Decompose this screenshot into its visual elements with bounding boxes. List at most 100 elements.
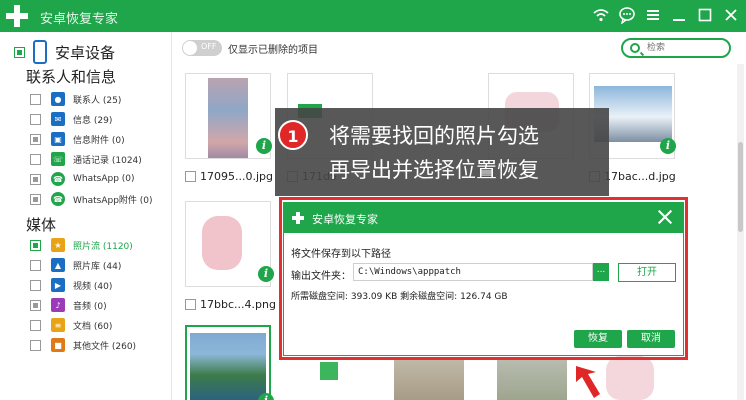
search-input[interactable] bbox=[647, 41, 727, 55]
dialog-prompt: 将文件保存到以下路径 bbox=[291, 249, 391, 260]
browse-button[interactable]: ... bbox=[593, 263, 609, 281]
toggle-label: 仅显示已删除的项目 bbox=[228, 45, 318, 56]
title-bar: 安卓恢复专家 bbox=[0, 0, 746, 32]
scrollbar-thumb[interactable] bbox=[738, 142, 743, 232]
photo-thumbnail bbox=[208, 78, 248, 158]
sidebar-item-label: 联系人 (25) bbox=[73, 95, 122, 106]
item-checkbox[interactable] bbox=[30, 153, 41, 165]
item-checkbox[interactable] bbox=[30, 339, 41, 351]
red-arrow-icon bbox=[576, 366, 600, 398]
sidebar-item-label: 通话记录 (1024) bbox=[73, 155, 142, 166]
sidebar-item-other-files[interactable]: ■ 其他文件 (260) bbox=[30, 335, 136, 355]
section-title-media: 媒体 bbox=[26, 216, 57, 234]
save-dialog: 安卓恢复专家 将文件保存到以下路径 输出文件夹： ... 打开 所需磁盘空间: … bbox=[283, 202, 684, 356]
info-icon[interactable]: i bbox=[256, 138, 272, 154]
item-checkbox[interactable] bbox=[30, 193, 41, 205]
sidebar-item-label: 照片流 (1120) bbox=[73, 241, 133, 252]
phone-icon bbox=[33, 40, 47, 64]
search-icon bbox=[630, 43, 640, 53]
photo-thumbnail bbox=[190, 333, 266, 400]
call-log-icon: ☏ bbox=[51, 152, 65, 166]
item-checkbox[interactable] bbox=[30, 113, 41, 125]
device-checkbox[interactable] bbox=[14, 46, 25, 58]
sidebar-item-documents[interactable]: ≡ 文档 (60) bbox=[30, 315, 112, 335]
cancel-button[interactable]: 取消 bbox=[627, 330, 675, 348]
dialog-close-icon[interactable] bbox=[657, 209, 673, 225]
gallery-scrollbar[interactable] bbox=[737, 64, 744, 400]
sidebar-item-label: 信息附件 (0) bbox=[73, 135, 125, 146]
dialog-title: 安卓恢复专家 bbox=[312, 213, 378, 226]
item-checkbox[interactable] bbox=[30, 299, 41, 311]
minimize-icon[interactable] bbox=[670, 6, 688, 24]
sidebar-item-photo-library[interactable]: ▲ 照片库 (44) bbox=[30, 255, 121, 275]
sidebar: 安卓设备 联系人和信息 ● 联系人 (25) ✉ 信息 (29) ▣ 信息附件 … bbox=[0, 32, 172, 400]
restore-button[interactable]: 恢复 bbox=[574, 330, 622, 348]
photo-library-icon: ▲ bbox=[51, 258, 65, 272]
whatsapp-attachment-icon: ☎ bbox=[51, 192, 65, 206]
step-badge: 1 bbox=[278, 120, 308, 150]
file-entry[interactable]: 17095...0.jpg bbox=[185, 170, 273, 183]
item-checkbox[interactable] bbox=[30, 239, 41, 251]
sidebar-item-contacts[interactable]: ● 联系人 (25) bbox=[30, 89, 121, 109]
file-checkbox[interactable] bbox=[185, 299, 196, 310]
photo-tile[interactable] bbox=[497, 358, 567, 400]
photo-tile-selected[interactable] bbox=[185, 325, 271, 400]
sidebar-item-label: WhatsApp附件 (0) bbox=[73, 195, 153, 206]
file-name: 17bac...d.jpg bbox=[604, 170, 676, 183]
info-icon[interactable]: i bbox=[258, 393, 274, 400]
wifi-icon[interactable] bbox=[592, 6, 610, 24]
sidebar-item-video[interactable]: ▶ 视频 (40) bbox=[30, 275, 112, 295]
toggle-knob bbox=[183, 41, 197, 55]
item-checkbox[interactable] bbox=[30, 93, 41, 105]
file-checkbox[interactable] bbox=[185, 171, 196, 182]
app-logo-icon bbox=[6, 5, 28, 27]
callout-line-1: 将需要找回的照片勾选 bbox=[329, 124, 539, 148]
item-checkbox[interactable] bbox=[30, 133, 41, 145]
sidebar-item-photo-stream[interactable]: ★ 照片流 (1120) bbox=[30, 235, 133, 255]
sidebar-item-whatsapp-attachments[interactable]: ☎ WhatsApp附件 (0) bbox=[30, 189, 153, 209]
callout-line-2: 再导出并选择位置恢复 bbox=[329, 158, 539, 182]
deleted-only-toggle[interactable]: OFF bbox=[182, 40, 222, 56]
sidebar-item-message-attachments[interactable]: ▣ 信息附件 (0) bbox=[30, 129, 125, 149]
sidebar-item-audio[interactable]: ♪ 音频 (0) bbox=[30, 295, 107, 315]
photo-thumbnail bbox=[202, 216, 242, 270]
maximize-icon[interactable] bbox=[696, 6, 714, 24]
info-icon[interactable]: i bbox=[258, 266, 274, 282]
photo-tile[interactable] bbox=[394, 358, 464, 400]
info-icon[interactable]: i bbox=[660, 138, 676, 154]
file-name: 17095...0.jpg bbox=[200, 170, 273, 183]
app-window: 安卓恢复专家 安卓设备 联系人和信息 ● 联系人 (25) ✉ 信息 (29) … bbox=[0, 0, 746, 400]
sidebar-item-whatsapp[interactable]: ☎ WhatsApp (0) bbox=[30, 169, 135, 189]
menu-icon[interactable] bbox=[644, 6, 662, 24]
window-controls bbox=[592, 6, 740, 24]
open-button[interactable]: 打开 bbox=[618, 263, 676, 282]
search-box[interactable] bbox=[621, 38, 731, 58]
video-icon: ▶ bbox=[51, 278, 65, 292]
sidebar-item-label: 其他文件 (260) bbox=[73, 341, 137, 352]
sidebar-item-call-log[interactable]: ☏ 通话记录 (1024) bbox=[30, 149, 142, 169]
whatsapp-icon: ☎ bbox=[51, 172, 65, 186]
sidebar-item-label: 音频 (0) bbox=[73, 301, 107, 312]
item-checkbox[interactable] bbox=[30, 279, 41, 291]
toggle-state-text: OFF bbox=[201, 42, 217, 51]
item-checkbox[interactable] bbox=[30, 173, 41, 185]
document-icon: ≡ bbox=[51, 318, 65, 332]
other-files-icon: ■ bbox=[51, 338, 65, 352]
sidebar-item-label: 信息 (29) bbox=[73, 115, 113, 126]
message-icon: ✉ bbox=[51, 112, 65, 126]
sidebar-item-messages[interactable]: ✉ 信息 (29) bbox=[30, 109, 112, 129]
close-icon[interactable] bbox=[722, 6, 740, 24]
file-entry[interactable]: 17bbc...4.png bbox=[185, 298, 276, 311]
sidebar-item-label: 照片库 (44) bbox=[73, 261, 122, 272]
photo-tile[interactable] bbox=[606, 356, 654, 400]
photo-stream-icon: ★ bbox=[51, 238, 65, 252]
sidebar-item-label: 文档 (60) bbox=[73, 321, 113, 332]
item-checkbox[interactable] bbox=[30, 319, 41, 331]
app-title: 安卓恢复专家 bbox=[40, 12, 119, 27]
chat-icon[interactable] bbox=[618, 6, 636, 24]
instruction-callout: 将需要找回的照片勾选 再导出并选择位置恢复 bbox=[275, 108, 609, 196]
sidebar-item-label: 视频 (40) bbox=[73, 281, 113, 292]
device-header: 安卓设备 bbox=[14, 40, 115, 64]
item-checkbox[interactable] bbox=[30, 259, 41, 271]
output-path-field[interactable] bbox=[353, 263, 593, 281]
